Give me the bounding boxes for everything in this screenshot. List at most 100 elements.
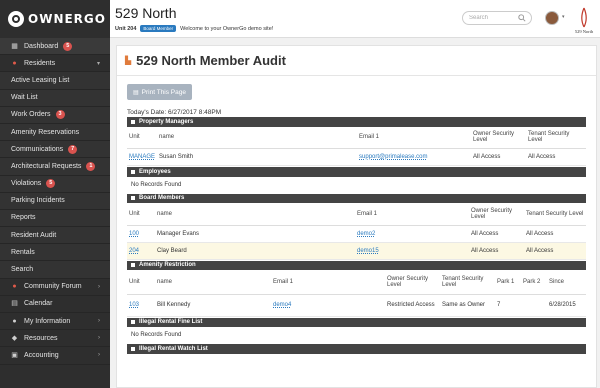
email-link[interactable]: demo15 bbox=[357, 248, 379, 254]
sidebar-item-violations[interactable]: Violations 5 bbox=[0, 175, 110, 193]
sidebar-item-label: Resident Audit bbox=[11, 231, 57, 239]
cell: 7 bbox=[495, 294, 521, 317]
cell[interactable]: demo2 bbox=[355, 225, 469, 243]
role-badge: Board Member bbox=[140, 25, 177, 32]
cell[interactable]: 204 bbox=[127, 242, 155, 260]
sidebar-item-communications[interactable]: Communications 7 bbox=[0, 141, 110, 159]
user-avatar[interactable] bbox=[545, 11, 559, 25]
sidebar-item-label: Accounting bbox=[24, 351, 59, 359]
col-header: name bbox=[155, 270, 271, 295]
sidebar-item-label: Violations bbox=[11, 180, 42, 188]
sidebar-item-label: Parking Incidents bbox=[11, 197, 65, 205]
brand-logo-label: 529 North bbox=[575, 29, 594, 34]
col-header: Tenant Security Level bbox=[526, 126, 586, 149]
sidebar-item-label: Work Orders bbox=[11, 111, 51, 119]
search-box[interactable] bbox=[462, 11, 532, 25]
cell: All Access bbox=[524, 242, 586, 260]
cell: All Access bbox=[471, 148, 527, 166]
sidebar-item-amenity-reservations[interactable]: Amenity Reservations bbox=[0, 123, 110, 142]
sidebar-item-accounting[interactable]: ▣ Accounting › bbox=[0, 347, 110, 365]
search-icon[interactable] bbox=[518, 14, 526, 22]
email-link[interactable]: support@primalease.com bbox=[359, 154, 427, 160]
square-icon bbox=[131, 119, 135, 124]
col-header: Tenant Security Level bbox=[440, 270, 495, 295]
sidebar-item-dashboard[interactable]: ▦ Dashboard 5 bbox=[0, 38, 110, 56]
square-icon bbox=[131, 169, 135, 174]
unit-link[interactable]: 103 bbox=[129, 302, 139, 308]
unit-link[interactable]: 204 bbox=[129, 248, 139, 254]
sidebar-item-architectural-requests[interactable]: Architectural Requests 1 bbox=[0, 158, 110, 176]
no-records-text: No Records Found bbox=[131, 181, 182, 188]
residents-icon: ● bbox=[12, 59, 17, 67]
col-header: Email 1 bbox=[355, 203, 469, 226]
table-header-row: Unit name Email 1 Owner Security Level T… bbox=[127, 203, 586, 226]
cell: All Access bbox=[469, 225, 524, 243]
table-row: 100 Manager Evans demo2 All Access All A… bbox=[127, 225, 586, 243]
sidebar-item-community-forum[interactable]: ● Community Forum › bbox=[0, 279, 110, 296]
chevron-right-icon: › bbox=[98, 318, 100, 325]
sidebar-item-active-leasing-list[interactable]: Active Leasing List bbox=[0, 72, 110, 90]
sidebar-item-calendar[interactable]: ▤ Calendar bbox=[0, 296, 110, 313]
cell: Manager Evans bbox=[155, 225, 355, 243]
unit-link[interactable]: MANAGE bbox=[129, 154, 155, 160]
section-title: Property Managers bbox=[139, 118, 194, 125]
cell[interactable]: 100 bbox=[127, 225, 155, 243]
sidebar-item-label: Rentals bbox=[11, 248, 35, 256]
sidebar-item-wait-list[interactable]: Wait List bbox=[0, 89, 110, 107]
sidebar-item-label: Reports bbox=[11, 214, 36, 222]
sidebar-item-my-information[interactable]: ● My Information › bbox=[0, 313, 110, 331]
print-button[interactable]: ▤ Print This Page bbox=[127, 84, 192, 100]
table-header-row: Unit name Email 1 Owner Security Level T… bbox=[127, 126, 586, 149]
square-icon bbox=[131, 320, 135, 325]
amenity-restriction-table: Unit name Email 1 Owner Security Level T… bbox=[127, 270, 586, 317]
caret-down-icon[interactable]: ▾ bbox=[562, 14, 565, 20]
email-link[interactable]: demo2 bbox=[357, 231, 375, 237]
table-header-row: Unit name Email 1 Owner Security Level T… bbox=[127, 270, 586, 295]
sidebar-item-resources[interactable]: ◆ Resources › bbox=[0, 330, 110, 348]
sidebar-item-label: Dashboard bbox=[24, 42, 59, 50]
sidebar-item-label: Amenity Reservations bbox=[11, 128, 80, 136]
sidebar-item-reports[interactable]: Reports bbox=[0, 209, 110, 228]
printer-icon: ▤ bbox=[133, 89, 139, 96]
unit-link[interactable]: 100 bbox=[129, 231, 139, 237]
logo-text: OWNERGO bbox=[28, 12, 106, 26]
section-header-employees: Employees bbox=[127, 167, 586, 177]
sidebar-item-search[interactable]: Search bbox=[0, 261, 110, 279]
section-header-illegal-rental-watch-list: Illegal Rental Watch List bbox=[127, 344, 586, 354]
cell[interactable]: 103 bbox=[127, 294, 155, 317]
sidebar-item-label: Architectural Requests bbox=[11, 162, 82, 170]
sidebar-item-label: Community Forum bbox=[24, 283, 82, 291]
sidebar-item-parking-incidents[interactable]: Parking Incidents bbox=[0, 192, 110, 210]
cell: Clay Beard bbox=[155, 242, 355, 260]
sidebar-item-resident-audit[interactable]: Resident Audit bbox=[0, 227, 110, 245]
chevron-right-icon: › bbox=[98, 283, 100, 290]
col-header: Unit bbox=[127, 270, 155, 295]
cell[interactable]: demo4 bbox=[271, 294, 385, 317]
email-link[interactable]: demo4 bbox=[273, 302, 291, 308]
cell: All Access bbox=[524, 225, 586, 243]
cell[interactable]: MANAGE bbox=[127, 148, 158, 166]
cell: Same as Owner bbox=[440, 294, 495, 317]
todays-date: Today's Date: 6/27/2017 8:48PM bbox=[127, 109, 222, 116]
dashboard-count-badge: 5 bbox=[63, 41, 73, 51]
sidebar-item-work-orders[interactable]: Work Orders 3 bbox=[0, 106, 110, 124]
cell[interactable]: demo15 bbox=[355, 242, 469, 260]
col-header: Park 2 bbox=[521, 270, 547, 295]
page-title: 529 North Member Audit bbox=[136, 53, 286, 68]
work-orders-count-badge: 3 bbox=[55, 110, 65, 120]
sidebar-item-residents[interactable]: ● Residents ▾ bbox=[0, 55, 110, 73]
section-title: Illegal Rental Watch List bbox=[139, 345, 208, 352]
search-input[interactable] bbox=[469, 15, 519, 21]
cell[interactable]: support@primalease.com bbox=[357, 148, 472, 166]
section-title: Board Members bbox=[139, 195, 185, 202]
col-header: name bbox=[157, 126, 358, 149]
table-row: 204 Clay Beard demo15 All Access All Acc… bbox=[127, 242, 586, 260]
app-logo[interactable]: OWNERGO bbox=[0, 0, 110, 38]
calendar-icon: ▤ bbox=[11, 300, 18, 308]
page-title-bar: ▙ 529 North Member Audit bbox=[117, 46, 596, 76]
chevron-right-icon: › bbox=[98, 352, 100, 359]
sidebar-item-rentals[interactable]: Rentals bbox=[0, 244, 110, 262]
sidebar: OWNERGO ▦ Dashboard 5 ● Residents ▾ Acti… bbox=[0, 0, 110, 388]
top-header: 529 North Unit 204 Board Member Welcome … bbox=[110, 0, 600, 38]
sidebar-item-label: Calendar bbox=[24, 300, 53, 308]
